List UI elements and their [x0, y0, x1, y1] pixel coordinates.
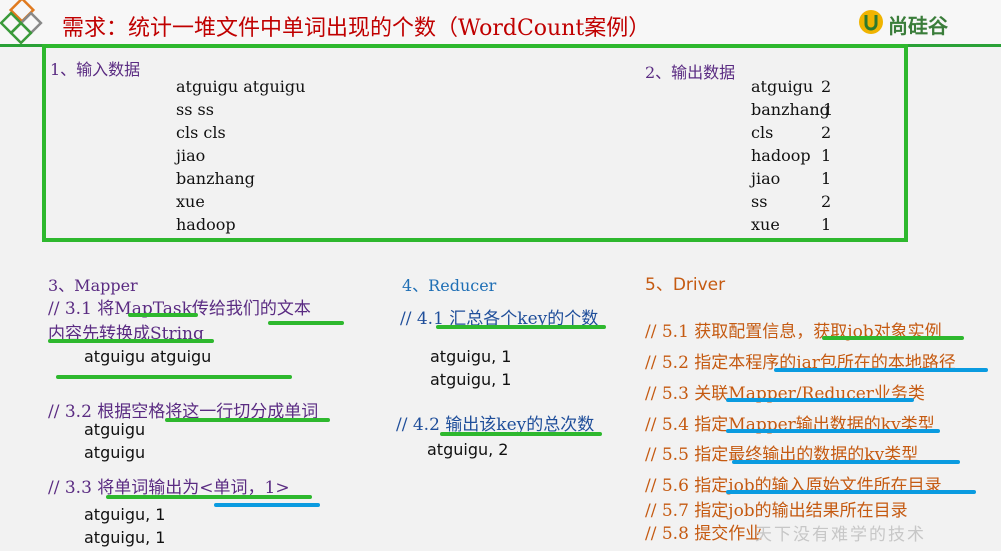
brand-logo-text: 尚硅谷 [888, 14, 948, 38]
output-word: hadoop [751, 146, 811, 165]
output-count: 2 [821, 123, 832, 142]
green-underline [106, 495, 312, 499]
input-line: cls cls [176, 123, 226, 142]
watermark-text: 天下没有难学的技术 [755, 525, 926, 545]
blue-underline [726, 398, 914, 402]
green-underline [436, 325, 606, 329]
green-underline [822, 336, 964, 340]
green-underline [128, 313, 198, 317]
reducer-4-2-output: atguigu, 2 [427, 440, 509, 459]
input-line: banzhang [176, 169, 255, 188]
reducer-section-label: 4、Reducer [402, 276, 497, 295]
output-count: 1 [821, 146, 832, 165]
driver-step: // 5.8 提交作业 [645, 524, 763, 544]
blue-underline [774, 368, 988, 372]
output-count: 1 [823, 100, 834, 119]
green-underline [165, 418, 330, 422]
blue-underline [732, 460, 960, 464]
output-count: 1 [821, 169, 832, 188]
output-word: banzhang [751, 100, 830, 119]
mapper-3-2-output: atguigu [84, 443, 146, 462]
output-section-label: 2、输出数据 [645, 63, 736, 82]
diamond-logo-icon [0, 0, 43, 45]
input-line: hadoop [176, 215, 236, 234]
mapper-3-3-output: atguigu, 1 [84, 505, 166, 524]
green-underline [56, 375, 292, 379]
output-word: cls [751, 123, 774, 142]
reducer-4-1-output: atguigu, 1 [430, 347, 512, 366]
mapper-3-1-output: atguigu atguigu [84, 347, 212, 366]
input-line: ss ss [176, 100, 214, 119]
mapper-3-2-output: atguigu [84, 420, 146, 439]
output-word: xue [751, 215, 780, 234]
mapper-3-3-output: atguigu, 1 [84, 528, 166, 547]
reducer-4-1-output: atguigu, 1 [430, 370, 512, 389]
blue-underline [214, 503, 320, 507]
input-line: atguigu atguigu [176, 77, 306, 96]
blue-underline [726, 490, 976, 494]
output-word: atguigu [751, 77, 814, 96]
input-line: jiao [176, 146, 206, 165]
output-count: 2 [821, 192, 832, 211]
io-data-box [42, 44, 908, 242]
output-word: jiao [751, 169, 781, 188]
green-underline [268, 321, 344, 325]
green-underline [48, 339, 214, 343]
output-word: ss [751, 192, 768, 211]
brand-logo-icon [859, 10, 883, 34]
page-title: 需求：统计一堆文件中单词出现的个数（WordCount案例） [62, 16, 651, 41]
green-underline [440, 432, 602, 436]
output-count: 2 [821, 77, 832, 96]
blue-underline [726, 429, 940, 433]
driver-section-label: 5、Driver [645, 275, 726, 295]
input-line: xue [176, 192, 205, 211]
mapper-section-label: 3、Mapper [48, 276, 138, 295]
output-count: 1 [821, 215, 832, 234]
driver-step: // 5.7 指定job的输出结果所在目录 [645, 501, 908, 521]
input-section-label: 1、输入数据 [50, 60, 141, 79]
